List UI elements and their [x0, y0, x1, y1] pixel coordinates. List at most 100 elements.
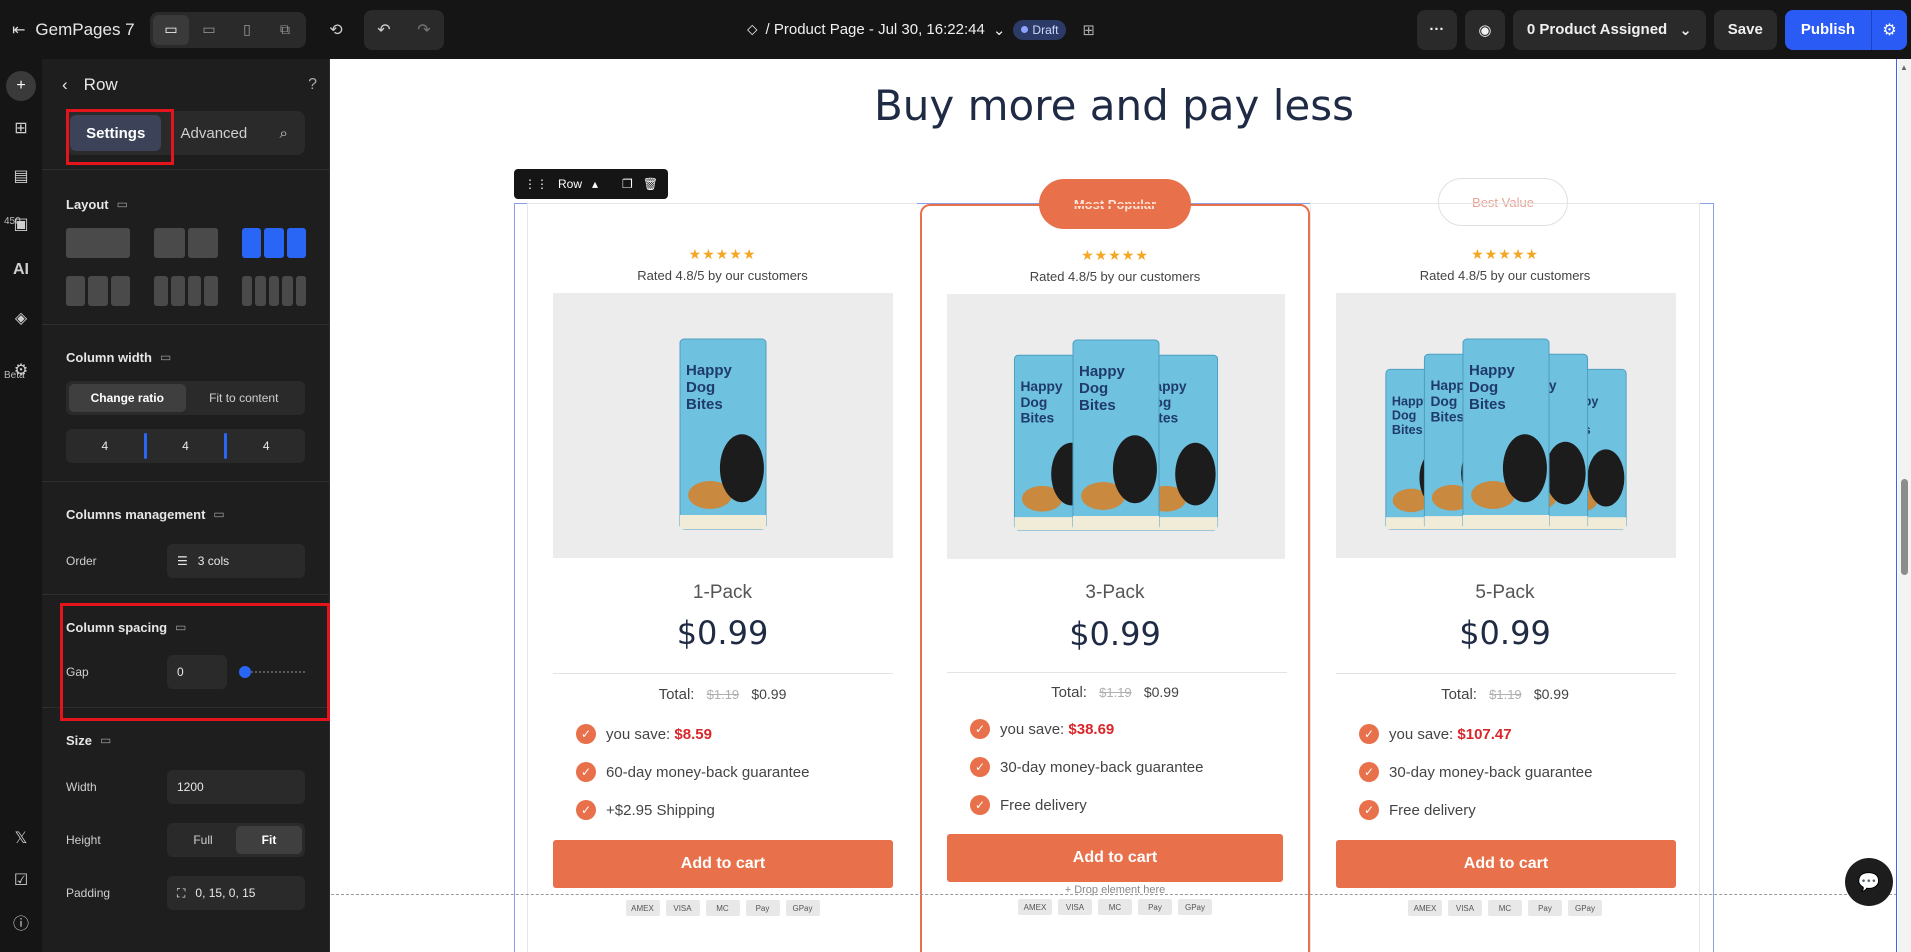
x-icon[interactable]: 𝕏	[0, 817, 42, 859]
height-fit-option[interactable]: Fit	[236, 826, 302, 854]
laptop-view-icon[interactable]: ▭	[191, 15, 227, 45]
padding-label: Padding	[66, 886, 111, 900]
check-icon: ✓	[1359, 724, 1379, 744]
layout-3-col-alt[interactable]	[66, 276, 130, 306]
layout-3-col[interactable]	[242, 228, 306, 258]
order-field[interactable]: ☰ 3 cols	[167, 544, 305, 578]
undo-icon[interactable]: ↶	[364, 10, 404, 50]
desktop-icon: ▭	[213, 507, 225, 521]
add-to-cart-button[interactable]: Add to cart	[947, 834, 1283, 882]
feature-item: ✓ +$2.95 Shipping	[576, 800, 715, 820]
desktop-view-icon[interactable]: ▭	[153, 14, 189, 45]
product-assigned-dropdown[interactable]: 0 Product Assigned ⌄	[1512, 9, 1706, 50]
ratio-col-3[interactable]: 4	[227, 439, 305, 453]
compare-icon[interactable]: ⊞	[1082, 21, 1095, 39]
feature-item: ✓ 30-day money-back guarantee	[970, 757, 1203, 777]
new-price: $0.99	[1143, 684, 1179, 700]
width-field[interactable]: 1200	[167, 770, 305, 804]
help-icon[interactable]: ?	[308, 76, 317, 94]
product-image[interactable]: HappyDogBitesHappyDogBitesHappyDogBites	[947, 294, 1285, 559]
layers-icon[interactable]: ◈	[0, 297, 42, 339]
layout-1-col[interactable]	[66, 228, 130, 258]
height-full-option[interactable]: Full	[170, 826, 236, 854]
ai-icon[interactable]: AI	[0, 249, 42, 291]
save-button[interactable]: Save	[1713, 9, 1777, 50]
bag-base	[680, 515, 766, 529]
add-to-cart-button[interactable]: Add to cart	[1336, 840, 1676, 888]
history-icon[interactable]: ⟲	[318, 12, 354, 48]
back-icon[interactable]: ‹	[62, 75, 68, 95]
pages-icon[interactable]: ▤	[0, 155, 42, 197]
tab-advanced[interactable]: Advanced	[165, 115, 262, 151]
check-icon: ✓	[576, 762, 596, 782]
product-card-2[interactable]: ★★★★★ Rated 4.8/5 by our customers Happy…	[920, 204, 1310, 952]
feature-item: ✓ you save: $107.47	[1359, 724, 1512, 744]
food-bag: HappyDogBites	[679, 338, 767, 530]
scroll-up-icon[interactable]: ▲	[1900, 63, 1908, 72]
google-pay-icon: GPay	[1178, 899, 1212, 915]
pack-price: $0.99	[1069, 615, 1161, 653]
pack-name: 3-Pack	[1085, 582, 1145, 603]
publish-button[interactable]: Publish	[1784, 9, 1871, 50]
chat-support-button[interactable]: 💬	[1845, 858, 1893, 906]
editor-canvas[interactable]: Buy more and pay less Most Popular Best …	[331, 59, 1897, 952]
duplicate-icon[interactable]: ❐	[622, 177, 633, 191]
exit-icon[interactable]: ⇤	[12, 20, 25, 40]
rating-text: Rated 4.8/5 by our customers	[1029, 269, 1201, 284]
feature-item: ✓ Free delivery	[1359, 800, 1476, 820]
bag-label: Dog	[1392, 409, 1416, 423]
product-image[interactable]: HappyDogBitesHappyDogBitesHappyDogBitesH…	[1336, 293, 1676, 558]
pack-name: 5-Pack	[1475, 582, 1535, 603]
bag-label: Bites	[1430, 409, 1464, 424]
delete-icon[interactable]: 🗑	[643, 177, 658, 191]
page-title-area[interactable]: ⬦ / Product Page - Jul 30, 16:22:44 ⌄ Dr…	[747, 0, 1095, 59]
canvas-scrollbar[interactable]: ▲	[1898, 59, 1911, 952]
apps-icon[interactable]: ⚙	[0, 349, 42, 391]
column-width-title: Column width	[66, 349, 152, 365]
layout-5-col[interactable]	[242, 276, 307, 306]
section-headline[interactable]: Buy more and pay less	[331, 81, 1896, 130]
dog-figure	[1502, 434, 1547, 503]
new-price: $0.99	[1533, 686, 1569, 702]
redo-icon[interactable]: ↷	[404, 10, 444, 50]
apple-pay-icon: Pay	[1528, 900, 1562, 916]
publish-settings-icon[interactable]: ⚙	[1871, 9, 1907, 50]
sections-icon[interactable]: ⊞	[0, 107, 42, 149]
clipboard-icon[interactable]: ☑	[0, 859, 42, 901]
total-line: Total: $1.19 $0.99	[528, 686, 917, 703]
ratio-col-1[interactable]: 4	[66, 439, 144, 453]
mobile-view-icon[interactable]: ▯	[229, 15, 265, 45]
payment-icons: AMEX VISA MC Pay GPay	[922, 899, 1308, 915]
layout-4-col[interactable]	[154, 276, 218, 306]
desktop-icon: ▭	[116, 197, 128, 211]
preview-button[interactable]: ◉	[1464, 9, 1505, 50]
add-to-cart-button[interactable]: Add to cart	[553, 840, 893, 888]
product-card-3[interactable]: ★★★★★ Rated 4.8/5 by our customers Happy…	[1310, 203, 1700, 952]
info-icon[interactable]: ⓘ	[0, 901, 42, 943]
visa-icon: VISA	[1448, 900, 1482, 916]
page-title: / Product Page - Jul 30, 16:22:44	[765, 21, 985, 38]
ratio-col-2[interactable]: 4	[147, 439, 225, 453]
total-label: Total:	[1441, 686, 1477, 703]
chevron-down-icon: ⌄	[1679, 21, 1692, 39]
product-image[interactable]: Happy Dog Bites	[553, 293, 893, 558]
product-assigned-label: 0 Product Assigned	[1526, 21, 1668, 38]
row-toolbar-label[interactable]: Row	[558, 177, 582, 191]
drag-handle-icon[interactable]: ⋮⋮	[524, 177, 548, 191]
responsive-view-icon[interactable]: ⧉	[267, 15, 303, 45]
change-ratio-option[interactable]: Change ratio	[69, 384, 186, 412]
templates-icon[interactable]: ▣	[0, 203, 42, 245]
product-card-1[interactable]: ★★★★★ Rated 4.8/5 by our customers Happy…	[527, 203, 917, 952]
layout-2-col[interactable]	[154, 228, 218, 258]
search-icon[interactable]: ⌕	[266, 115, 301, 151]
fit-to-content-option[interactable]: Fit to content	[186, 384, 303, 412]
add-element-icon[interactable]: +	[0, 65, 42, 107]
mastercard-icon: MC	[705, 900, 740, 916]
caret-up-icon[interactable]: ▴	[592, 177, 598, 191]
padding-field[interactable]: ⛶ 0, 15, 0, 15	[167, 876, 305, 910]
scroll-thumb[interactable]	[1901, 479, 1908, 575]
column-width-section: Column width ▭ Change ratio Fit to conten…	[42, 339, 329, 463]
more-options-button[interactable]: ···	[1416, 9, 1457, 50]
chevron-down-icon[interactable]: ⌄	[993, 21, 1006, 39]
bag-label: Happy	[1079, 363, 1126, 380]
